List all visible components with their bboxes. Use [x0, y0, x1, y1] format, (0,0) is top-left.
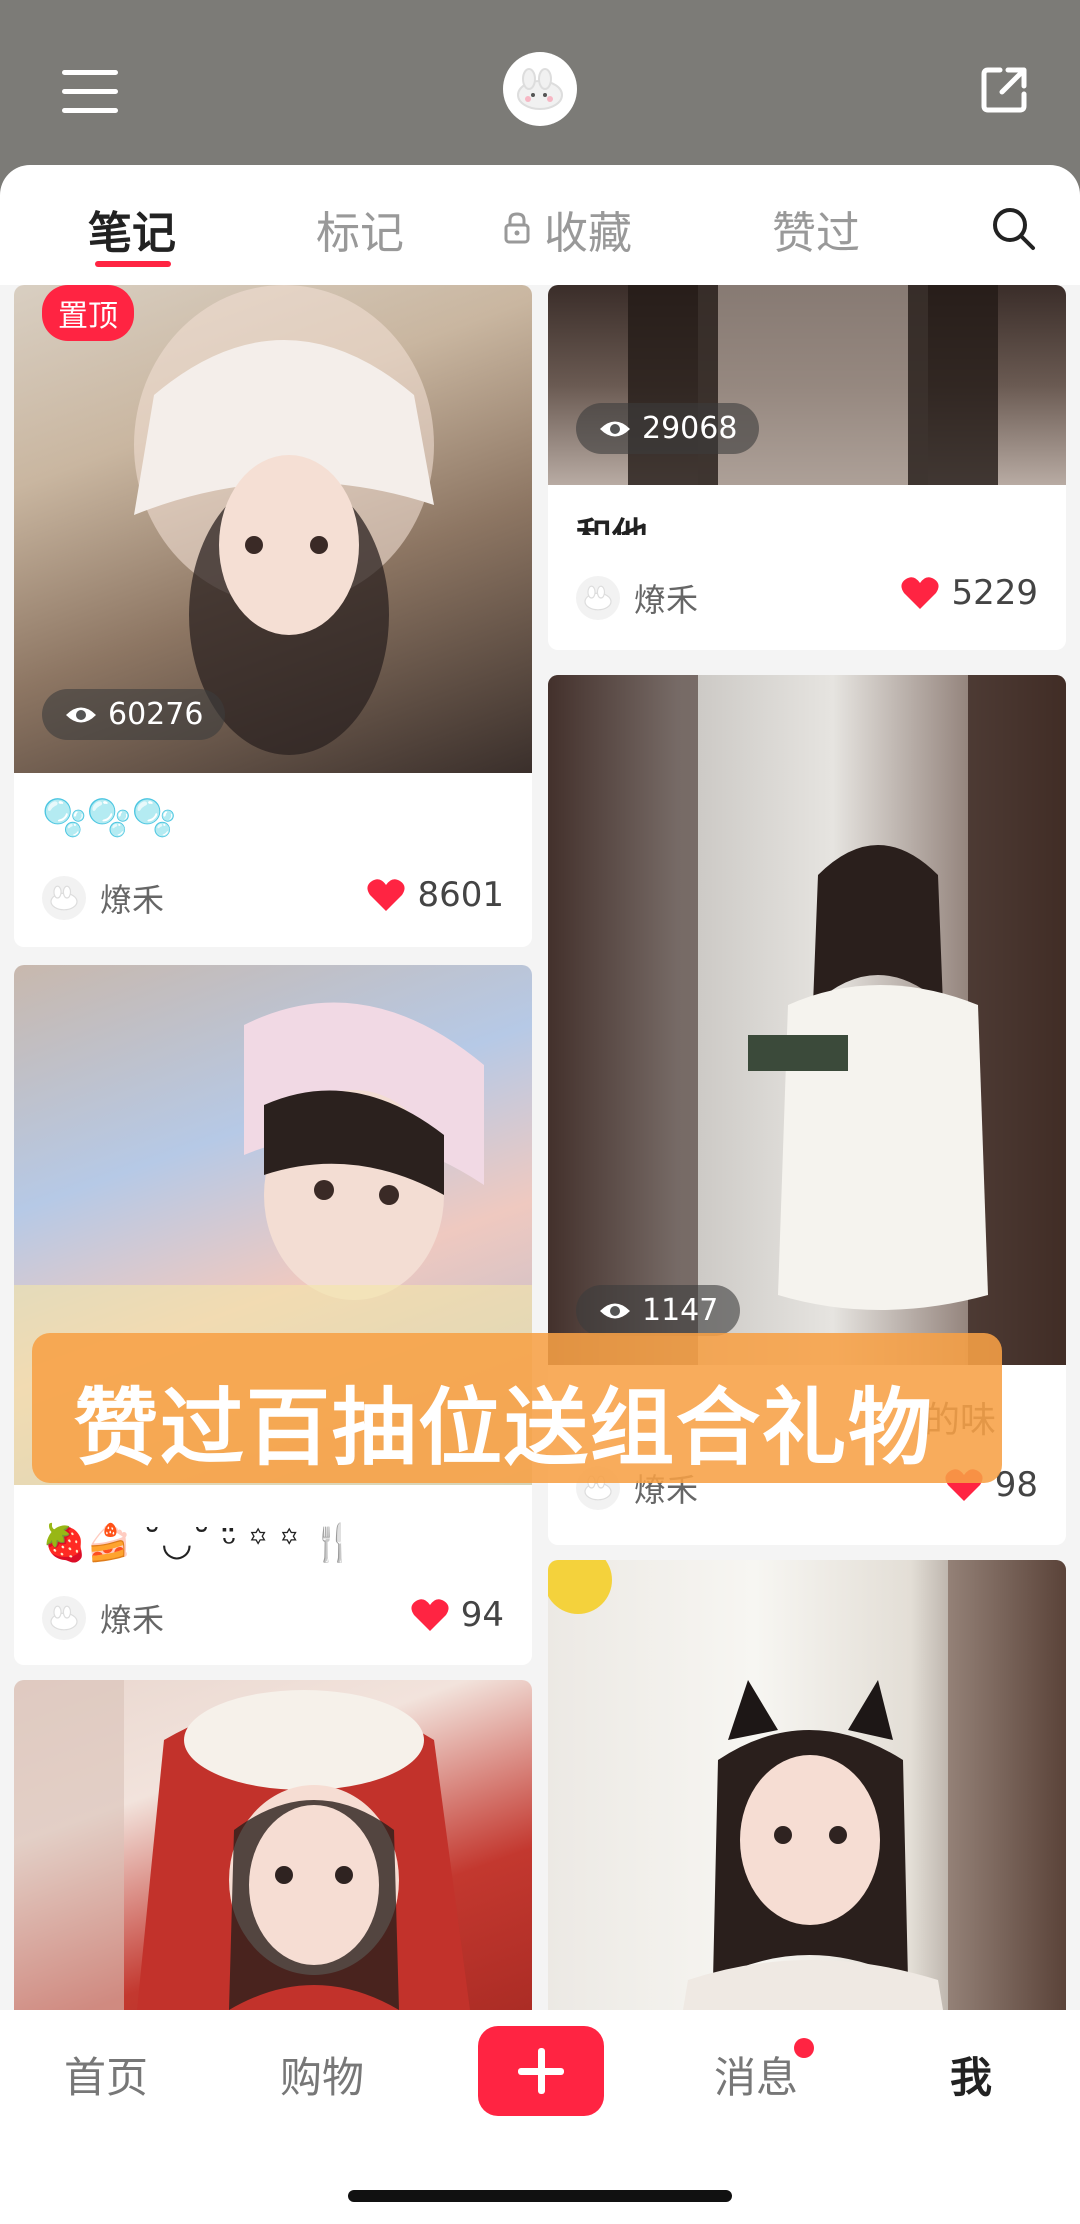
nav-messages[interactable]: 消息 — [714, 2044, 798, 2105]
view-count-value: 60276 — [108, 697, 204, 732]
active-tab-underline — [95, 261, 171, 267]
like-count: 5229 — [951, 573, 1038, 613]
note-card[interactable] — [14, 1680, 532, 2010]
author-name: 燎禾 — [100, 1601, 165, 1639]
bottom-nav: 首页 购物 消息 我 — [0, 2010, 1080, 2224]
plus-icon[interactable] — [478, 2026, 604, 2116]
author-name: 燎禾 — [634, 581, 699, 619]
promo-banner: 赞过百抽位送组合礼物 — [32, 1333, 1002, 1483]
like-button[interactable]: 8601 — [367, 875, 504, 915]
share-external-icon[interactable] — [978, 64, 1030, 116]
home-indicator — [348, 2190, 732, 2202]
note-title: 🍓🍰 ˘◡˘ ᵕ̈ ꙳ ꙳ 🍴 — [42, 1523, 356, 1564]
tab-liked[interactable]: 赞过 — [772, 197, 860, 261]
bunny-avatar-icon — [50, 885, 78, 911]
note-cover-illustration — [548, 675, 1066, 1365]
bunny-avatar-icon — [50, 1605, 78, 1631]
view-count: 60276 — [42, 689, 226, 740]
author-name: 燎禾 — [100, 881, 165, 919]
tab-notes[interactable]: 笔记 — [88, 197, 176, 261]
like-button[interactable]: 94 — [411, 1595, 504, 1635]
note-cover-image — [548, 1560, 1066, 2010]
profile-tabs: 笔记 标记 收藏 赞过 — [0, 165, 1080, 285]
heart-icon — [411, 1599, 449, 1631]
like-count: 98 — [994, 1465, 1038, 1505]
note-author[interactable]: 燎禾 — [42, 875, 164, 921]
author-avatar — [576, 576, 620, 620]
pinned-badge: 置顶 — [42, 285, 134, 341]
eye-icon — [600, 1303, 630, 1318]
tab-marked[interactable]: 标记 — [316, 197, 404, 261]
eye-icon — [600, 421, 630, 436]
view-count-value: 29068 — [642, 411, 738, 446]
lock-icon — [504, 212, 530, 244]
like-button[interactable]: 5229 — [901, 573, 1038, 613]
note-cover-illustration — [14, 1680, 470, 2010]
view-count: 1147 — [576, 1285, 741, 1336]
heart-icon — [367, 879, 406, 911]
note-card[interactable]: 29068 和他 — [548, 285, 1066, 550]
nav-shopping[interactable]: 购物 — [280, 2044, 364, 2105]
message-badge — [794, 2038, 814, 2058]
view-count: 29068 — [576, 403, 760, 454]
note-author[interactable]: 燎禾 — [42, 1595, 164, 1641]
promo-banner-text: 赞过百抽位送组合礼物 — [74, 1379, 935, 1477]
nav-me[interactable]: 我 — [950, 2044, 992, 2105]
view-count-value: 1147 — [642, 1293, 719, 1328]
bunny-avatar-icon — [517, 68, 563, 110]
note-cover-illustration — [628, 285, 998, 485]
note-author[interactable]: 燎禾 — [576, 575, 698, 621]
note-card[interactable]: 🍓🍰 ˘◡˘ ᵕ̈ ꙳ ꙳ 🍴 燎禾 94 — [14, 965, 532, 1665]
note-cover-image — [548, 675, 1066, 1365]
profile-avatar[interactable] — [503, 52, 577, 126]
like-count: 8601 — [417, 875, 504, 915]
note-cover-image — [548, 285, 1066, 485]
note-cover-illustration — [548, 1560, 1066, 2010]
eye-icon — [66, 707, 96, 722]
note-card-footer[interactable]: 燎禾 5229 — [548, 535, 1066, 650]
hamburger-icon[interactable] — [62, 70, 118, 114]
note-card[interactable]: 置顶 60276 🫧🫧🫧 燎禾 8601 — [14, 285, 532, 947]
note-cover-image — [14, 1680, 532, 2010]
search-icon[interactable] — [990, 205, 1038, 253]
bunny-avatar-icon — [584, 585, 612, 611]
author-avatar — [42, 1596, 86, 1640]
nav-home[interactable]: 首页 — [64, 2044, 148, 2105]
notes-feed[interactable]: 置顶 60276 🫧🫧🫧 燎禾 8601 29068 和他 燎禾 5229 🍓🍰… — [0, 285, 1080, 2010]
heart-icon — [901, 577, 940, 609]
note-title: 🫧🫧🫧 — [42, 798, 177, 839]
author-avatar — [42, 876, 86, 920]
like-count: 94 — [460, 1595, 504, 1635]
tab-collected[interactable]: 收藏 — [544, 197, 632, 261]
note-card[interactable] — [548, 1560, 1066, 2010]
